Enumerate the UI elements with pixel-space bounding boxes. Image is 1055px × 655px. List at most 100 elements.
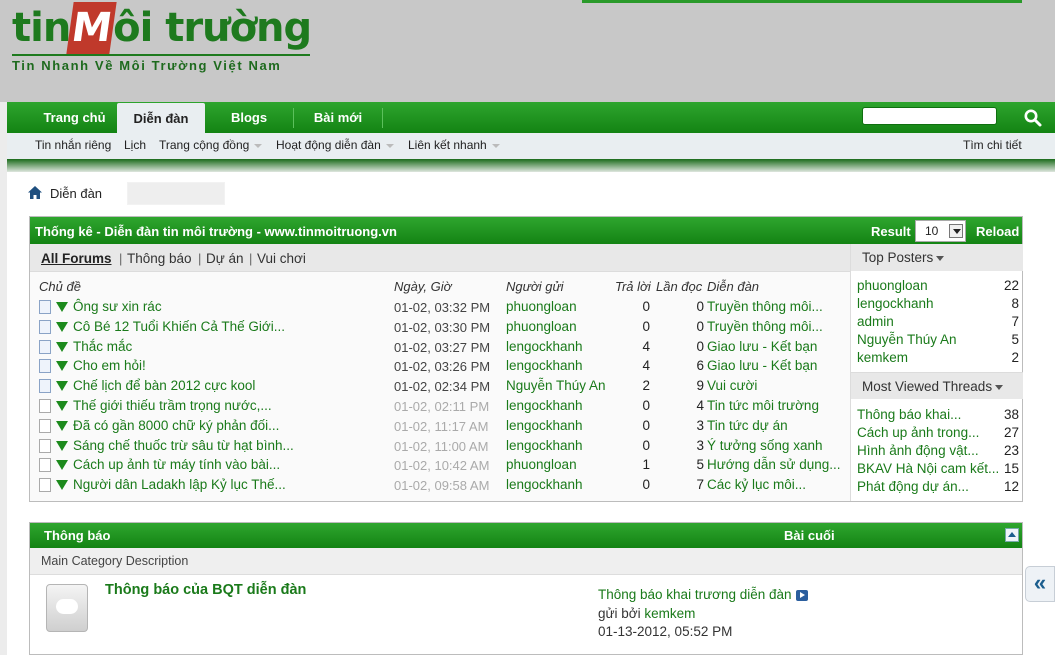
arrow-down-icon[interactable] [56,480,68,491]
thread-time: 01-02, 03:27 PM [394,339,491,355]
thread-link[interactable]: Thông báo khai... [857,407,961,422]
thread-forum-link[interactable]: Ý tưởng sống xanh [707,438,822,453]
chevron-down-icon[interactable] [949,224,963,238]
thread-title-link[interactable]: Thế giới thiếu trầm trọng nước,... [73,398,272,413]
thread-replies: 0 [642,417,650,433]
top-poster-item: Nguyễn Thúy An 5 [857,332,1019,347]
thread-title-link[interactable]: Cô Bé 12 Tuổi Khiến Cả Thế Giới... [73,319,285,334]
poster-link[interactable]: lengockhanh [857,296,934,311]
subnav-community[interactable]: Trang cộng đồng [159,138,263,152]
thread-status-icon [39,438,51,453]
poster-link[interactable]: admin [857,314,894,329]
poster-link[interactable]: phuongloan [857,278,928,293]
result-count-select[interactable]: 10 [915,220,966,242]
thread-replies: 0 [642,477,650,493]
reload-button[interactable]: Reload [976,224,1019,239]
thread-poster-link[interactable]: lengockhanh [506,358,583,373]
announcements-header: Thông báo Bài cuối [30,523,1022,548]
tab-trang-chu[interactable]: Trang chủ [27,102,122,133]
thread-poster-link[interactable]: phuongloan [506,299,577,314]
thread-poster-link[interactable]: lengockhanh [506,477,583,492]
thread-link[interactable]: BKAV Hà Nội cam kết... [857,461,999,476]
arrow-down-icon[interactable] [56,401,68,411]
thread-row: Cô Bé 12 Tuổi Khiến Cả Thế Giới... 01-02,… [30,318,850,338]
tab-thong-bao[interactable]: Thông báo [127,251,192,266]
thread-forum-link[interactable]: Truyền thông môi... [707,319,823,334]
caret-down-icon [936,255,945,261]
thread-link[interactable]: Hình ảnh động vật... [857,443,979,458]
thread-row: Người dân Ladakh lập Kỷ lục Thế... 01-02,… [30,476,850,496]
nav-divider [382,108,383,128]
arrow-down-icon[interactable] [56,321,68,332]
thread-status-icon [39,418,51,433]
thread-poster-link[interactable]: lengockhanh [506,418,583,433]
arrow-down-icon[interactable] [56,302,68,312]
thread-title-link[interactable]: Cách up ảnh từ máy tính vào bài... [73,457,280,472]
thread-forum-link[interactable]: Giao lưu - Kết bạn [707,358,817,373]
thread-forum-link[interactable]: Hướng dẫn sử dụng... [707,457,841,472]
thread-replies: 0 [642,318,650,334]
site-logo[interactable]: tinMôi trường Tin Nhanh Về Môi Trường Vi… [12,2,312,73]
last-post-link[interactable]: Thông báo khai trương diễn đàn [598,587,808,602]
subnav-forum-activity[interactable]: Hoạt động diễn đàn [276,138,394,152]
tab-blogs[interactable]: Blogs [205,102,293,133]
thread-forum-link[interactable]: Truyền thông môi... [707,299,823,314]
tab-all-forums[interactable]: All Forums [41,251,112,266]
poster-link[interactable]: Nguyễn Thúy An [857,332,957,347]
thread-views: 0 [696,299,704,314]
thread-poster-link[interactable]: lengockhanh [506,398,583,413]
arrow-down-icon[interactable] [56,440,68,451]
collapse-icon[interactable] [1005,528,1019,542]
most-viewed-header[interactable]: Most Viewed Threads [851,372,1023,399]
thread-title-link[interactable]: Cho em hỏi! [73,358,146,373]
advanced-search-link[interactable]: Tìm chi tiết [963,138,1022,152]
thread-poster-link[interactable]: Nguyễn Thúy An [506,378,606,393]
thread-title-link[interactable]: Chế lịch để bàn 2012 cực kool [73,378,255,393]
search-icon[interactable] [1023,108,1043,128]
thread-poster-link[interactable]: phuongloan [506,457,577,472]
home-icon[interactable] [28,186,42,199]
thread-forum-link[interactable]: Tin tức dự án [707,418,788,433]
tab-dien-dan[interactable]: Diễn đàn [117,103,205,133]
tab-du-an[interactable]: Dự án [206,251,244,266]
goto-last-post-icon[interactable] [795,589,808,601]
thread-title-link[interactable]: Người dân Ladakh lập Kỷ lục Thế... [73,477,286,492]
count-value: 27 [1003,425,1019,440]
thread-forum-link[interactable]: Giao lưu - Kết bạn [707,339,817,354]
count-value: 15 [1003,461,1019,476]
thread-replies: 0 [642,398,650,413]
thread-link[interactable]: Phát động dự án... [857,479,969,494]
thread-link[interactable]: Cách up ảnh trong... [857,425,979,440]
arrow-down-icon[interactable] [56,460,68,471]
thread-views: 6 [696,358,704,374]
arrow-down-icon[interactable] [56,420,68,431]
thread-poster-link[interactable]: lengockhanh [506,339,583,354]
tab-vui-choi[interactable]: Vui chơi [257,251,306,266]
breadcrumb-forum[interactable]: Diễn đàn [50,186,102,201]
thread-poster-link[interactable]: phuongloan [506,319,577,334]
thread-row: Cho em hỏi! 01-02, 03:26 PM lengockhanh 4 6 G… [30,357,850,377]
forum-title-link[interactable]: Thông báo của BQT diễn đàn [105,582,306,598]
tab-bai-moi[interactable]: Bài mới [294,102,382,133]
top-posters-header[interactable]: Top Posters [851,244,1023,271]
search-input[interactable] [862,107,997,125]
sidebar-toggle-button[interactable]: « [1025,566,1055,602]
last-post-user-link[interactable]: kemkem [644,606,695,621]
thread-title-link[interactable]: Đã có gần 8000 chữ ký phản đối... [73,418,279,433]
poster-link[interactable]: kemkem [857,350,908,365]
thread-title-link[interactable]: Ông sư xin rác [73,299,162,314]
thread-forum-link[interactable]: Các kỷ lục môi... [707,477,806,492]
subnav-quick-links[interactable]: Liên kết nhanh [408,138,500,152]
thread-title-link[interactable]: Sáng chế thuốc trừ sâu từ hạt bình... [73,438,294,453]
subnav-calendar[interactable]: Lịch [124,138,146,152]
latest-threads-list: Chủ đề Ngày, Giờ Người gửi Trả lời Lần đ… [30,272,850,501]
category-title[interactable]: Thông báo [44,528,110,543]
thread-title-link[interactable]: Thắc mắc [73,339,132,354]
arrow-down-icon[interactable] [56,341,68,352]
thread-forum-link[interactable]: Tin tức môi trường [707,398,819,413]
arrow-down-icon[interactable] [56,381,68,392]
thread-forum-link[interactable]: Vui cười [707,378,757,393]
thread-poster-link[interactable]: lengockhanh [506,438,583,453]
arrow-down-icon[interactable] [56,361,68,372]
subnav-private-messages[interactable]: Tin nhắn riêng [35,138,111,152]
